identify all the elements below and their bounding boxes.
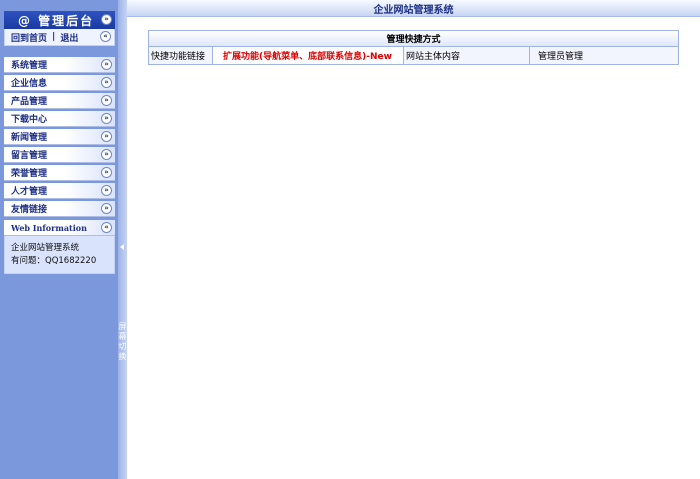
chevron-double-down-icon[interactable]: » [101,203,112,214]
page-header: 企业网站管理系统 [127,0,700,17]
web-info-header[interactable]: Web Information « [4,220,115,236]
quick-links-bar: 回到首页 | 退出 « [4,29,115,46]
screen-toggle-label: 屏幕切换 [118,322,127,361]
web-info-panel: 企业网站管理系统 有问题：QQ1682220 [4,236,115,274]
menu-item-label: 友情链接 [11,205,48,215]
chevron-double-down-icon[interactable]: » [101,149,112,160]
web-info-system-name: 企业网站管理系统 [11,243,80,253]
chevron-double-down-icon[interactable]: » [101,14,112,25]
triangle-left-icon[interactable] [120,244,124,250]
chevron-double-left-icon[interactable]: « [100,31,111,42]
link-separator: | [52,32,56,42]
menu-item-label: 留言管理 [11,151,48,161]
chevron-double-down-icon[interactable]: » [101,113,112,124]
chevron-double-down-icon[interactable]: » [101,185,112,196]
menu-item-label: 产品管理 [11,97,48,107]
menu-item-label: 新闻管理 [11,133,48,143]
home-link[interactable]: 回到首页 [11,31,47,44]
brand-title: @ 管理后台 [18,13,95,28]
menu-item-honors[interactable]: 荣誉管理 » [4,165,115,181]
chevron-double-down-icon[interactable]: » [101,167,112,178]
menu-item-news[interactable]: 新闻管理 » [4,129,115,145]
chevron-double-down-icon[interactable]: » [101,95,112,106]
web-info-contact: 有问题：QQ1682220 [11,256,97,266]
menu-item-label: 系统管理 [11,61,48,71]
screen-toggle-bar[interactable]: 屏幕切换 [118,0,127,479]
shortcut-row: 快捷功能链接 扩展功能(导航菜单、底部联系信息)-New 网站主体内容 管理员管… [149,47,678,64]
shortcut-label-cell: 快捷功能链接 [149,47,213,64]
menu-item-label: 荣誉管理 [11,169,48,179]
menu-item-products[interactable]: 产品管理 » [4,93,115,109]
chevron-double-down-icon[interactable]: » [101,77,112,88]
menu-item-messages[interactable]: 留言管理 » [4,147,115,163]
menu-item-label: 下载中心 [11,115,48,125]
logout-link[interactable]: 退出 [60,31,78,44]
menu-item-friend-links[interactable]: 友情链接 » [4,201,115,217]
page-title: 企业网站管理系统 [373,4,454,16]
sidebar: @ 管理后台 » 回到首页 | 退出 « 系统管理 » 企业信息 » 产品管理 … [0,0,118,479]
shortcut-extended-features-link[interactable]: 扩展功能(导航菜单、底部联系信息)-New [213,47,404,64]
shortcut-panel-title: 管理快捷方式 [149,31,678,47]
menu-item-talent[interactable]: 人才管理 » [4,183,115,199]
chevron-double-down-icon[interactable]: » [101,59,112,70]
menu-item-company-info[interactable]: 企业信息 » [4,75,115,91]
menu-item-downloads[interactable]: 下载中心 » [4,111,115,127]
chevron-double-left-icon[interactable]: « [101,222,112,233]
menu-item-label: 企业信息 [11,79,48,89]
chevron-double-down-icon[interactable]: » [101,131,112,142]
shortcut-panel: 管理快捷方式 快捷功能链接 扩展功能(导航菜单、底部联系信息)-New 网站主体… [148,30,679,65]
menu-item-system[interactable]: 系统管理 » [4,57,115,73]
shortcut-site-content-link[interactable]: 网站主体内容 [404,47,530,64]
shortcut-admin-management-link[interactable]: 管理员管理 [530,47,678,64]
web-info-title: Web Information [11,222,87,233]
menu-item-label: 人才管理 [11,187,48,197]
admin-brand-header: @ 管理后台 » [4,11,115,29]
